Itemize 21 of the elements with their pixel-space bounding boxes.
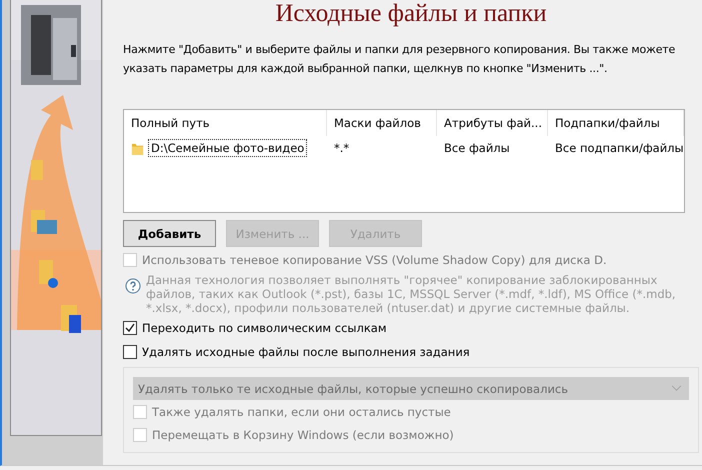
description-text: Нажмите "Добавить" и выберите файлы и папки для резервного копирования. Вы также можете указать параметры для каждой выбранной папки, щелкнув по кнопке "Изменить ...". xyxy=(123,42,676,77)
column-header[interactable]: Маски файлов xyxy=(327,110,437,136)
checkbox-label: Удалять исходные файлы после выполнения задания xyxy=(142,345,470,359)
action-button[interactable]: Добавить xyxy=(123,220,216,247)
checkbox-label: Переходить по символическим ссылкам xyxy=(142,321,387,335)
checkbox[interactable] xyxy=(123,321,137,335)
column-header[interactable]: Подпапки/файлы xyxy=(548,110,684,136)
help-text: Данная технология позволяет выполнять "горячее" копирование заблокированных файлов, таких как Outlook (*.pst), базы 1С, MSSQL Server (*.mdf, *.ldf), MS Office (*.mdb, *.xlsx, *.docx), профили пользователей (ntuser.dat) и другие системные файлы. xyxy=(146,273,677,315)
column-header[interactable]: Атрибуты фай... xyxy=(437,110,548,136)
table-cell[interactable]: D:\Семейные фото-видео xyxy=(148,139,308,157)
checkbox-label: Также удалять папки, если они остались пустые xyxy=(152,405,451,419)
checkbox-label: Использовать теневое копирование VSS (Volume Shadow Copy) для диска D. xyxy=(142,253,607,267)
help-icon xyxy=(125,278,141,294)
table-cell: *.* xyxy=(334,141,350,155)
chevron-down-icon xyxy=(671,385,682,392)
column-header[interactable]: Полный путь xyxy=(124,110,327,136)
checkbox[interactable] xyxy=(123,345,137,359)
table-cell: Все подпапки/файлы xyxy=(555,141,684,155)
table-cell: Все файлы xyxy=(444,141,510,155)
checkbox-label: Перемещать в Корзину Windows (если возможно) xyxy=(152,428,454,442)
page-title: Исходные файлы и папки xyxy=(274,0,548,28)
